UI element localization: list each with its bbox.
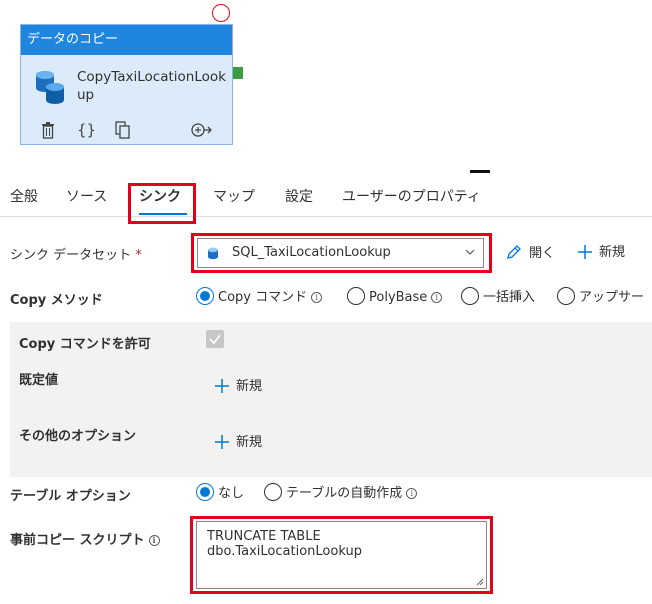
plus-icon — [578, 245, 592, 259]
database-icon — [36, 71, 64, 104]
highlight-box-script — [190, 516, 493, 594]
other-options-label: その他のオプション — [19, 429, 137, 444]
table-option-auto-create[interactable]: テーブルの自動作成 i — [264, 483, 418, 504]
delete-icon[interactable] — [41, 120, 55, 140]
copy-method-option-bulk-insert[interactable]: 一括挿入 — [461, 287, 535, 308]
info-icon[interactable]: i — [431, 292, 443, 303]
add-other-option-button[interactable]: 新規 — [214, 433, 262, 453]
open-dataset-button[interactable]: 開く — [505, 243, 555, 264]
copy-method-option-upsert[interactable]: アップサー — [557, 287, 644, 308]
allow-copy-command-checkbox[interactable] — [206, 330, 224, 348]
status-circle-icon — [212, 4, 230, 22]
pre-copy-script-label: 事前コピー スクリプト i — [10, 529, 160, 548]
copy-method-option-copy-command[interactable]: Copy コマンド i — [196, 287, 323, 308]
tab-mapping[interactable]: マップ — [213, 182, 255, 212]
tab-source[interactable]: ソース — [66, 182, 107, 212]
tab-divider — [0, 216, 652, 217]
plus-icon — [215, 379, 229, 393]
activity-name: CopyTaxiLocationLookup — [77, 69, 226, 103]
table-option-label: テーブル オプション — [10, 489, 131, 504]
info-icon[interactable]: i — [311, 292, 323, 303]
info-icon[interactable]: i — [406, 488, 418, 499]
new-dataset-button[interactable]: 新規 — [577, 243, 625, 263]
activity-type-title: データのコピー — [21, 25, 232, 55]
panel-resize-handle[interactable] — [470, 170, 490, 173]
add-default-value-button[interactable]: 新規 — [214, 377, 262, 397]
plus-icon — [215, 435, 229, 449]
radio-unselected — [461, 287, 479, 305]
radio-unselected — [557, 287, 575, 305]
sink-dataset-label: シンク データセット * — [10, 248, 142, 263]
edit-pencil-icon — [507, 245, 521, 259]
highlight-box-dataset — [191, 233, 492, 273]
radio-unselected — [264, 483, 282, 501]
radio-selected — [196, 483, 214, 501]
code-braces-icon[interactable]: {} — [77, 120, 96, 140]
tab-general[interactable]: 全般 — [10, 182, 38, 212]
checkmark-icon — [209, 334, 221, 345]
copy-method-label: Copy メソッド — [10, 293, 103, 308]
radio-selected — [196, 287, 214, 305]
default-values-label: 既定値 — [19, 373, 59, 388]
radio-unselected — [347, 287, 365, 305]
add-output-icon[interactable] — [191, 120, 213, 140]
required-mark: * — [135, 248, 142, 263]
output-port[interactable] — [233, 67, 243, 79]
highlight-box-tab — [128, 183, 196, 224]
copy-activity-card[interactable]: データのコピー CopyTaxiLocationLookup {} — [20, 24, 233, 145]
info-icon[interactable]: i — [148, 535, 160, 546]
copy-icon[interactable] — [115, 120, 131, 140]
copy-method-option-polybase[interactable]: PolyBase i — [347, 287, 443, 308]
tab-settings[interactable]: 設定 — [285, 182, 313, 212]
table-option-none[interactable]: なし — [196, 483, 244, 504]
tab-user-properties[interactable]: ユーザーのプロパティ — [342, 182, 481, 212]
allow-copy-command-label: Copy コマンドを許可 — [19, 337, 151, 352]
